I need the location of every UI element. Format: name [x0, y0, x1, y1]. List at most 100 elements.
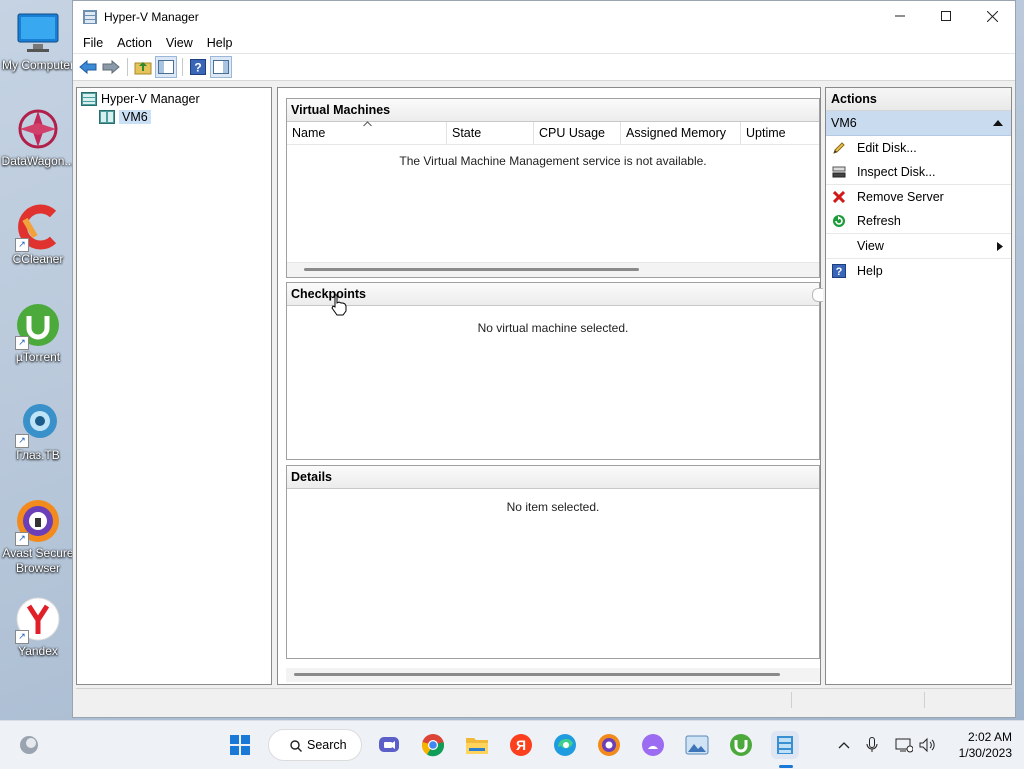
- maximize-button[interactable]: [923, 1, 969, 31]
- menu-view[interactable]: View: [159, 36, 200, 50]
- shortcut-arrow-icon: ↗: [15, 532, 29, 546]
- desktop-icon-my-computer[interactable]: My Computer: [0, 10, 76, 73]
- results-pane: Virtual Machines Name State CPU Usage As…: [277, 87, 823, 685]
- alice-icon[interactable]: [639, 731, 667, 759]
- column-assigned-memory[interactable]: Assigned Memory: [621, 122, 741, 144]
- scrollbar-thumb[interactable]: [294, 673, 780, 676]
- show-hide-console-tree-button[interactable]: [155, 56, 177, 78]
- actions-header: Actions: [826, 88, 1011, 111]
- avast-browser-taskbar-icon[interactable]: [595, 731, 623, 759]
- action-label: Refresh: [857, 214, 901, 228]
- desktop-icon-glaz-tv[interactable]: ↗ Глаз.ТВ: [0, 400, 76, 463]
- vm-column-headers: Name State CPU Usage Assigned Memory Upt…: [287, 121, 819, 145]
- glaz-tv-icon: ↗: [15, 400, 61, 448]
- desktop-icon-ccleaner[interactable]: ↗ CCleaner: [0, 204, 76, 267]
- action-label: Remove Server: [857, 190, 944, 204]
- details-pane: Details No item selected.: [286, 465, 820, 659]
- server-icon: [99, 110, 115, 124]
- utorrent-icon: ↗: [15, 302, 61, 350]
- taskbar-search[interactable]: Search: [268, 729, 362, 761]
- hyper-v-manager-window: Hyper-V Manager File Action View Help ? …: [72, 0, 1016, 718]
- details-empty-message: No item selected.: [506, 500, 600, 514]
- action-view[interactable]: View: [826, 234, 1011, 259]
- back-button[interactable]: [77, 56, 99, 78]
- desktop-icon-label: Yandex: [18, 644, 58, 658]
- tree-node-vm6[interactable]: VM6: [77, 108, 271, 126]
- show-hidden-icons-chevron-icon[interactable]: [830, 731, 858, 759]
- virtual-machines-header: Virtual Machines: [287, 99, 819, 122]
- mmc-client-area: Hyper-V Manager VM6 Virtual Machines Nam…: [76, 87, 1012, 685]
- minimize-button[interactable]: [877, 1, 923, 31]
- scrollbar-thumb[interactable]: [304, 268, 639, 271]
- collapse-up-icon: [993, 120, 1003, 126]
- center-horizontal-scrollbar[interactable]: [286, 668, 820, 682]
- desktop-icon-label: Avast Secure Browser: [2, 546, 74, 575]
- menu-bar: File Action View Help: [73, 33, 1015, 54]
- vm-horizontal-scrollbar[interactable]: [287, 262, 819, 277]
- actions-pane: Actions VM6 Edit Disk... Inspect Disk...…: [825, 87, 1012, 685]
- utorrent-taskbar-icon[interactable]: [727, 731, 755, 759]
- desktop-icon-utorrent[interactable]: ↗ µTorrent: [0, 302, 76, 365]
- menu-file[interactable]: File: [76, 36, 110, 50]
- widgets-icon[interactable]: [15, 731, 43, 759]
- action-refresh[interactable]: Refresh: [826, 209, 1011, 234]
- hyper-v-manager-taskbar-icon[interactable]: [771, 731, 799, 759]
- action-label: Edit Disk...: [857, 141, 917, 155]
- column-cpu-usage[interactable]: CPU Usage: [534, 122, 621, 144]
- actions-section-label: VM6: [831, 116, 857, 130]
- column-uptime[interactable]: Uptime: [741, 122, 819, 144]
- svg-text:Я: Я: [516, 737, 526, 753]
- help-button[interactable]: ?: [187, 56, 209, 78]
- actions-section-vm6[interactable]: VM6: [826, 111, 1011, 136]
- forward-button[interactable]: [100, 56, 122, 78]
- submenu-arrow-icon: [997, 242, 1003, 251]
- status-bar-divider: [924, 692, 925, 708]
- edit-disk-icon: [832, 141, 846, 155]
- search-label: Search: [307, 738, 347, 752]
- shortcut-arrow-icon: ↗: [15, 238, 29, 252]
- yandex-browser-icon[interactable]: Я: [507, 731, 535, 759]
- window-title: Hyper-V Manager: [104, 10, 199, 24]
- datawagon-icon: [15, 106, 61, 152]
- desktop-icon-yandex[interactable]: ↗ Yandex: [0, 596, 76, 659]
- tree-node-label: Hyper-V Manager: [101, 92, 200, 106]
- refresh-icon: [832, 214, 846, 228]
- svg-text:?: ?: [836, 266, 843, 278]
- console-tree[interactable]: Hyper-V Manager VM6: [76, 87, 272, 685]
- pane-collapse-handle[interactable]: [812, 288, 823, 302]
- monitor-icon: [15, 10, 61, 56]
- action-help[interactable]: ? Help: [826, 259, 1011, 283]
- svg-text:?: ?: [194, 61, 201, 75]
- yandex-icon: ↗: [15, 596, 61, 644]
- title-bar[interactable]: Hyper-V Manager: [73, 1, 1015, 33]
- clock-date: 1/30/2023: [958, 746, 1012, 760]
- show-hide-action-pane-button[interactable]: [210, 56, 232, 78]
- menu-help[interactable]: Help: [200, 36, 240, 50]
- close-button[interactable]: [969, 1, 1015, 31]
- desktop-icon-label: DataWagon...: [1, 154, 75, 168]
- photos-icon[interactable]: [683, 731, 711, 759]
- hyper-v-manager-icon: [81, 92, 97, 106]
- tree-node-hyper-v-manager[interactable]: Hyper-V Manager: [77, 90, 271, 108]
- file-explorer-icon[interactable]: [463, 731, 491, 759]
- toolbar-separator: [127, 58, 128, 76]
- desktop-icon-datawagon[interactable]: DataWagon...: [0, 106, 76, 169]
- teams-chat-icon[interactable]: [375, 731, 403, 759]
- desktop-icon-label: Глаз.ТВ: [16, 448, 60, 462]
- chrome-icon[interactable]: [419, 731, 447, 759]
- column-state[interactable]: State: [447, 122, 534, 144]
- taskbar-clock[interactable]: 2:02 AM 1/30/2023: [959, 729, 1012, 761]
- edge-icon[interactable]: [551, 731, 579, 759]
- start-button[interactable]: [226, 731, 254, 759]
- action-remove-server[interactable]: Remove Server: [826, 185, 1011, 209]
- avast-browser-icon: ↗: [15, 498, 61, 546]
- action-label: View: [857, 239, 884, 253]
- tree-node-label-selected: VM6: [119, 110, 151, 124]
- up-folder-button[interactable]: [132, 56, 154, 78]
- microphone-icon[interactable]: [858, 731, 886, 759]
- action-edit-disk[interactable]: Edit Disk...: [826, 136, 1011, 160]
- desktop-icon-avast-secure-browser[interactable]: ↗ Avast Secure Browser: [0, 498, 76, 576]
- menu-action[interactable]: Action: [110, 36, 159, 50]
- volume-icon[interactable]: [914, 731, 942, 759]
- action-inspect-disk[interactable]: Inspect Disk...: [826, 160, 1011, 185]
